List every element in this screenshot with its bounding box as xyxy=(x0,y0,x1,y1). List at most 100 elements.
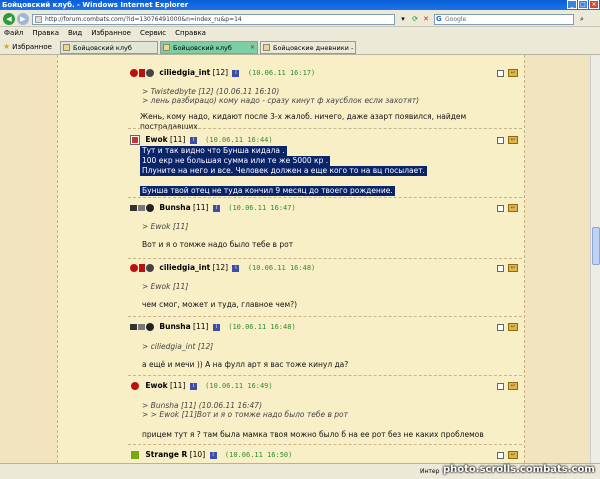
post-checkbox[interactable] xyxy=(497,205,504,212)
reply-icon[interactable]: ↩ xyxy=(508,204,518,212)
post-checkbox[interactable] xyxy=(497,452,504,459)
refresh-icon[interactable]: ⟳ xyxy=(410,14,420,24)
tab-2[interactable]: Бойцовский клуб × xyxy=(160,41,258,54)
selected-line: Бунша твой отец не туда кончил 9 месяц д… xyxy=(140,186,395,196)
clan-emblem-icon xyxy=(130,69,154,77)
post-author[interactable]: Strange R xyxy=(145,450,187,459)
post-divider xyxy=(128,375,522,376)
reply-icon[interactable]: ↩ xyxy=(508,451,518,459)
close-button[interactable]: × xyxy=(589,0,599,9)
post-author[interactable]: Ewok xyxy=(145,135,167,144)
info-icon[interactable]: i xyxy=(189,136,197,144)
reply-icon[interactable]: ↩ xyxy=(508,69,518,77)
post-header: Strange R [10] i (10.06.11 16:50) ↩ xyxy=(130,449,520,461)
avatar-icon xyxy=(130,135,140,145)
title-bar: Бойцовский клуб. - Windows Internet Expl… xyxy=(0,0,600,10)
reply-icon[interactable]: ↩ xyxy=(508,382,518,390)
post-author[interactable]: Ewok xyxy=(145,381,167,390)
forum-post: Ewok [11] i (10.06.11 16:44) ↩ Тут и так… xyxy=(130,134,520,196)
post-date: (10.06.11 16:48) xyxy=(228,323,296,331)
post-checkbox[interactable] xyxy=(497,137,504,144)
post-author[interactable]: ciliedgia_int xyxy=(159,263,210,272)
back-button[interactable]: ◀ xyxy=(3,13,15,25)
post-quote: > Ewok [11] xyxy=(142,222,189,231)
post-body: Тут и так видно что Бунша кидала . 100 е… xyxy=(140,146,520,196)
reply-icon[interactable]: ↩ xyxy=(508,136,518,144)
post-body: прицем тут я ? там была мамка твоя можно… xyxy=(142,430,484,439)
post-level: [12] xyxy=(212,68,229,77)
post-level: [10] xyxy=(189,450,206,459)
post-divider xyxy=(128,128,522,129)
address-toolbar: ◀ ▶ http://forum.combats.com/?id=1307649… xyxy=(0,10,600,27)
favorites-button[interactable]: ★ Избранное xyxy=(3,41,52,53)
post-level: [12] xyxy=(212,263,229,272)
selected-line: 100 екр не большая сумма или те же 5000 … xyxy=(140,156,331,166)
post-quote: > Bunsha [11] (10.06.11 16:47) xyxy=(142,401,262,410)
tab-icon xyxy=(163,44,170,51)
post-body: Вот и я о томже надо было тебе в рот xyxy=(142,240,294,249)
tab-3[interactable]: Бойцовские дневники - Bu... xyxy=(260,41,356,54)
post-checkbox[interactable] xyxy=(497,70,504,77)
post-body: а ещё и мечи )) А на фулл арт я вас тоже… xyxy=(142,360,349,369)
post-checkbox[interactable] xyxy=(497,324,504,331)
tab-icon xyxy=(63,44,70,51)
reply-icon[interactable]: ↩ xyxy=(508,323,518,331)
info-icon[interactable]: i xyxy=(212,323,220,331)
post-checkbox[interactable] xyxy=(497,265,504,272)
scroll-thumb[interactable] xyxy=(592,227,600,265)
maximize-button[interactable]: □ xyxy=(578,0,588,9)
post-checkbox[interactable] xyxy=(497,383,504,390)
menu-tools[interactable]: Сервис xyxy=(140,27,166,39)
post-level: [11] xyxy=(193,322,209,331)
browser-window: Бойцовский клуб. - Windows Internet Expl… xyxy=(0,0,600,479)
post-divider xyxy=(128,258,522,259)
info-icon[interactable]: i xyxy=(209,451,217,459)
menu-favorites[interactable]: Избранное xyxy=(91,27,131,39)
forum-post: Bunsha [11] i (10.06.11 16:48) ↩ > cilie… xyxy=(130,321,520,370)
clan-emblem-icon xyxy=(130,264,154,272)
post-body: Жень, кому надо, кидают после 3-х жалоб.… xyxy=(140,112,467,131)
info-icon[interactable]: i xyxy=(189,382,197,390)
post-author[interactable]: Bunsha xyxy=(159,203,190,212)
vertical-scrollbar[interactable] xyxy=(590,55,600,463)
post-quote: > > Ewok [11]Вот и я о томже надо было т… xyxy=(142,410,349,419)
forum-post: ciliedgia_int [12] i (10.06.11 16:17) ↩ … xyxy=(130,67,520,132)
menu-help[interactable]: Справка xyxy=(175,27,206,39)
star-icon: ★ xyxy=(3,42,11,51)
info-icon[interactable]: i xyxy=(212,204,220,212)
close-tab-icon[interactable]: × xyxy=(250,42,255,53)
forward-button[interactable]: ▶ xyxy=(17,13,29,25)
post-date: (10.06.11 16:50) xyxy=(224,451,293,459)
post-divider xyxy=(128,316,522,317)
post-date: (10.06.11 16:44) xyxy=(205,136,273,144)
post-body: чем смог, может и туда, главное чем?) xyxy=(142,300,298,309)
post-level: [11] xyxy=(193,203,209,212)
search-icon[interactable]: ⌕ xyxy=(577,14,587,24)
clan-emblem-icon xyxy=(131,451,139,459)
post-date: (10.06.11 16:17) xyxy=(247,69,316,77)
post-header: Bunsha [11] i (10.06.11 16:47) ↩ xyxy=(130,202,520,214)
info-icon[interactable]: i xyxy=(232,264,240,272)
post-divider xyxy=(128,444,522,445)
post-divider xyxy=(128,197,522,198)
minimize-button[interactable]: _ xyxy=(567,0,577,9)
menu-edit[interactable]: Правка xyxy=(32,27,59,39)
post-author[interactable]: ciliedgia_int xyxy=(159,68,210,77)
watermark: photo.scrolls.combats.com xyxy=(443,464,595,475)
address-bar[interactable]: http://forum.combats.com/?id=13076491000… xyxy=(32,14,395,25)
clan-emblem-icon xyxy=(130,204,154,212)
reply-icon[interactable]: ↩ xyxy=(508,264,518,272)
post-author[interactable]: Bunsha xyxy=(159,322,190,331)
menu-view[interactable]: Вид xyxy=(68,27,82,39)
info-icon[interactable]: i xyxy=(232,69,240,77)
search-input[interactable]: G Google xyxy=(434,14,574,25)
forum-post: Ewok [11] i (10.06.11 16:49) ↩ > Bunsha … xyxy=(130,380,520,440)
post-header: Ewok [11] i (10.06.11 16:44) ↩ xyxy=(130,134,520,146)
tab-1[interactable]: Бойцовский клуб xyxy=(60,41,158,54)
dropdown-icon[interactable]: ▾ xyxy=(398,14,408,24)
favorites-bar: ★ Избранное Бойцовский клуб Бойцовский кл… xyxy=(0,39,600,55)
menu-file[interactable]: Файл xyxy=(4,27,23,39)
stop-icon[interactable]: ✕ xyxy=(421,14,431,24)
clan-emblem-icon xyxy=(131,382,139,390)
post-quote: > лень разбирацо) кому надо - сразу кину… xyxy=(142,96,420,105)
